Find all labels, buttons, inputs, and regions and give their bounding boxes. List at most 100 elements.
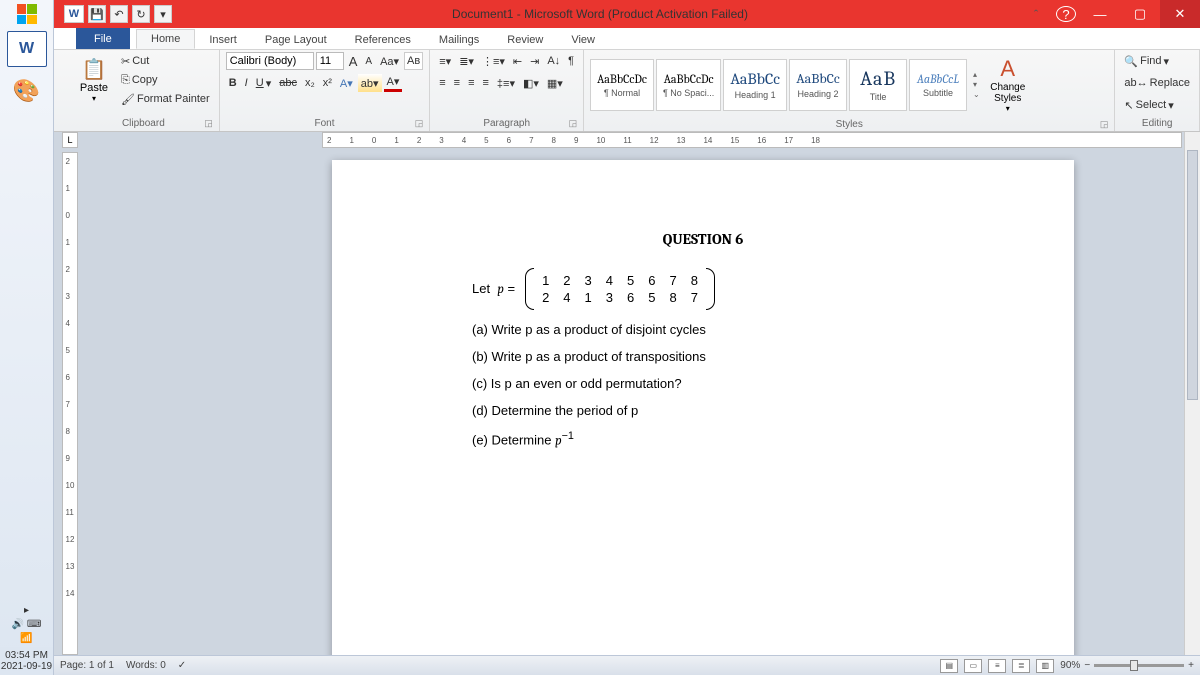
change-styles-button[interactable]: A Change Styles ▾ [984,52,1032,117]
taskbar-app-word[interactable]: W [7,31,47,67]
inc-indent-button[interactable]: ⇥ [527,52,542,70]
vertical-ruler[interactable]: 2101234567891011121314 [62,152,78,655]
start-button[interactable] [0,0,54,28]
tab-page-layout[interactable]: Page Layout [251,31,341,49]
justify-button[interactable]: ≡ [480,74,492,92]
sort-button[interactable]: A↓ [544,52,563,70]
tab-home[interactable]: Home [136,29,195,49]
zoom-in-button[interactable]: + [1188,660,1194,671]
replace-button[interactable]: ab↔Replace [1121,74,1193,92]
italic-button[interactable]: I [242,74,251,92]
style-heading-2[interactable]: AaBbCcHeading 2 [789,59,847,111]
qat-redo-icon[interactable]: ↻ [132,5,150,23]
window-close-button[interactable]: ✕ [1160,0,1200,28]
tab-references[interactable]: References [341,31,425,49]
qat-undo-icon[interactable]: ↶ [110,5,128,23]
cut-button[interactable]: ✂Cut [118,52,213,70]
status-proofing-icon[interactable]: ✓ [178,660,186,671]
view-web-button[interactable]: ≡ [988,659,1006,673]
zoom-out-button[interactable]: − [1084,660,1090,671]
tab-mailings[interactable]: Mailings [425,31,493,49]
tab-review[interactable]: Review [493,31,557,49]
grow-font-button[interactable]: A [346,52,361,70]
highlight-button[interactable]: ab▾ [358,74,382,92]
select-button[interactable]: ↖Select ▾ [1121,96,1193,114]
line-spacing-button[interactable]: ‡≡▾ [494,74,518,92]
dec-indent-button[interactable]: ⇤ [510,52,525,70]
group-font-label: Font [314,118,334,129]
align-right-button[interactable]: ≡ [465,74,477,92]
borders-button[interactable]: ▦▾ [544,74,566,92]
status-page[interactable]: Page: 1 of 1 [60,660,114,671]
tray-network-icon[interactable]: 📶 [0,633,53,644]
clipboard-dialog-icon[interactable]: ◲ [204,118,213,129]
font-dialog-icon[interactable]: ◲ [415,118,424,129]
zoom-level[interactable]: 90% [1060,660,1080,671]
status-words[interactable]: Words: 0 [126,660,166,671]
tray-expand-icon[interactable]: ▸ [0,605,53,616]
tab-view[interactable]: View [557,31,609,49]
multilevel-button[interactable]: ⋮≡▾ [479,52,508,70]
style-title[interactable]: AaBTitle [849,59,907,111]
horizontal-ruler[interactable]: 210123456789101112131415161718 [322,132,1182,148]
copy-button[interactable]: ⎘Copy [118,71,213,89]
tab-selector[interactable]: L [62,132,78,148]
style--normal[interactable]: AaBbCcDc¶ Normal [590,59,654,111]
qat-customize-icon[interactable]: ▾ [154,5,172,23]
view-fullscreen-button[interactable]: ▭ [964,659,982,673]
font-name-input[interactable] [226,52,314,70]
qat-app-icon[interactable]: W [64,5,84,23]
zoom-slider[interactable] [1094,664,1184,667]
bullets-button[interactable]: ≡▾ [436,52,454,70]
tray-date[interactable]: 2021-09-19 [0,661,53,672]
permutation-matrix: 1234567824136587 [525,272,715,306]
window-maximize-button[interactable]: ▢ [1120,0,1160,28]
paste-button[interactable]: 📋 Paste ▾ [74,52,114,108]
show-marks-button[interactable]: ¶ [565,52,577,70]
os-taskbar: W 🎨 ▸ 🔊 ⌨ 📶 03:54 PM 2021-09-19 [0,0,54,675]
align-center-button[interactable]: ≡ [451,74,463,92]
tab-insert[interactable]: Insert [195,31,251,49]
view-outline-button[interactable]: ≣ [1012,659,1030,673]
format-painter-button[interactable]: 🖌Format Painter [118,90,213,108]
styles-dialog-icon[interactable]: ◲ [1100,119,1109,130]
tab-file[interactable]: File [76,28,130,49]
numbering-button[interactable]: ≣▾ [456,52,477,70]
taskbar-app-paint[interactable]: 🎨 [7,73,47,109]
change-case-button[interactable]: Aa▾ [377,52,402,70]
styles-scroll-down-icon[interactable]: ▾ [973,80,980,89]
style-heading-1[interactable]: AaBbCcHeading 1 [723,59,787,111]
find-button[interactable]: 🔍Find ▾ [1121,52,1193,70]
font-color-button[interactable]: A▾ [384,74,403,92]
qat-save-icon[interactable]: 💾 [88,5,106,23]
font-size-input[interactable] [316,52,344,70]
document-page[interactable]: QUESTION 6 Let p = 1234567824136587 (a) … [332,160,1074,655]
view-print-layout-button[interactable]: ▤ [940,659,958,673]
group-paragraph-label: Paragraph [483,118,530,129]
subscript-button[interactable]: x₂ [302,74,318,92]
clear-format-button[interactable]: Aʙ [404,52,423,70]
styles-expand-icon[interactable]: ⌄ [973,90,980,99]
tray-time[interactable]: 03:54 PM [0,650,53,661]
styles-scroll-up-icon[interactable]: ▴ [973,70,980,79]
ribbon-collapse-icon[interactable]: ˆ [1016,0,1056,28]
style-subtitle[interactable]: AaBbCcLSubtitle [909,59,967,111]
superscript-button[interactable]: x² [320,74,335,92]
tray-volume-icon[interactable]: 🔊 ⌨ [0,619,53,630]
align-left-button[interactable]: ≡ [436,74,448,92]
paragraph-dialog-icon[interactable]: ◲ [569,118,578,129]
status-bar: Page: 1 of 1 Words: 0 ✓ ▤ ▭ ≡ ≣ ▥ 90% − … [54,655,1200,675]
scrollbar-thumb[interactable] [1187,150,1198,400]
shrink-font-button[interactable]: A [362,52,375,70]
bold-button[interactable]: B [226,74,240,92]
style--no-spaci-[interactable]: AaBbCcDc¶ No Spaci... [656,59,721,111]
strike-button[interactable]: abc [276,74,300,92]
shading-button[interactable]: ◧▾ [520,74,542,92]
help-icon[interactable]: ? [1056,6,1076,22]
styles-gallery[interactable]: AaBbCcDc¶ NormalAaBbCcDc¶ No Spaci...AaB… [590,59,967,111]
view-draft-button[interactable]: ▥ [1036,659,1054,673]
vertical-scrollbar[interactable] [1184,132,1200,655]
window-minimize-button[interactable]: — [1080,0,1120,28]
underline-button[interactable]: U▾ [253,74,274,92]
text-effects-button[interactable]: A▾ [337,74,356,92]
